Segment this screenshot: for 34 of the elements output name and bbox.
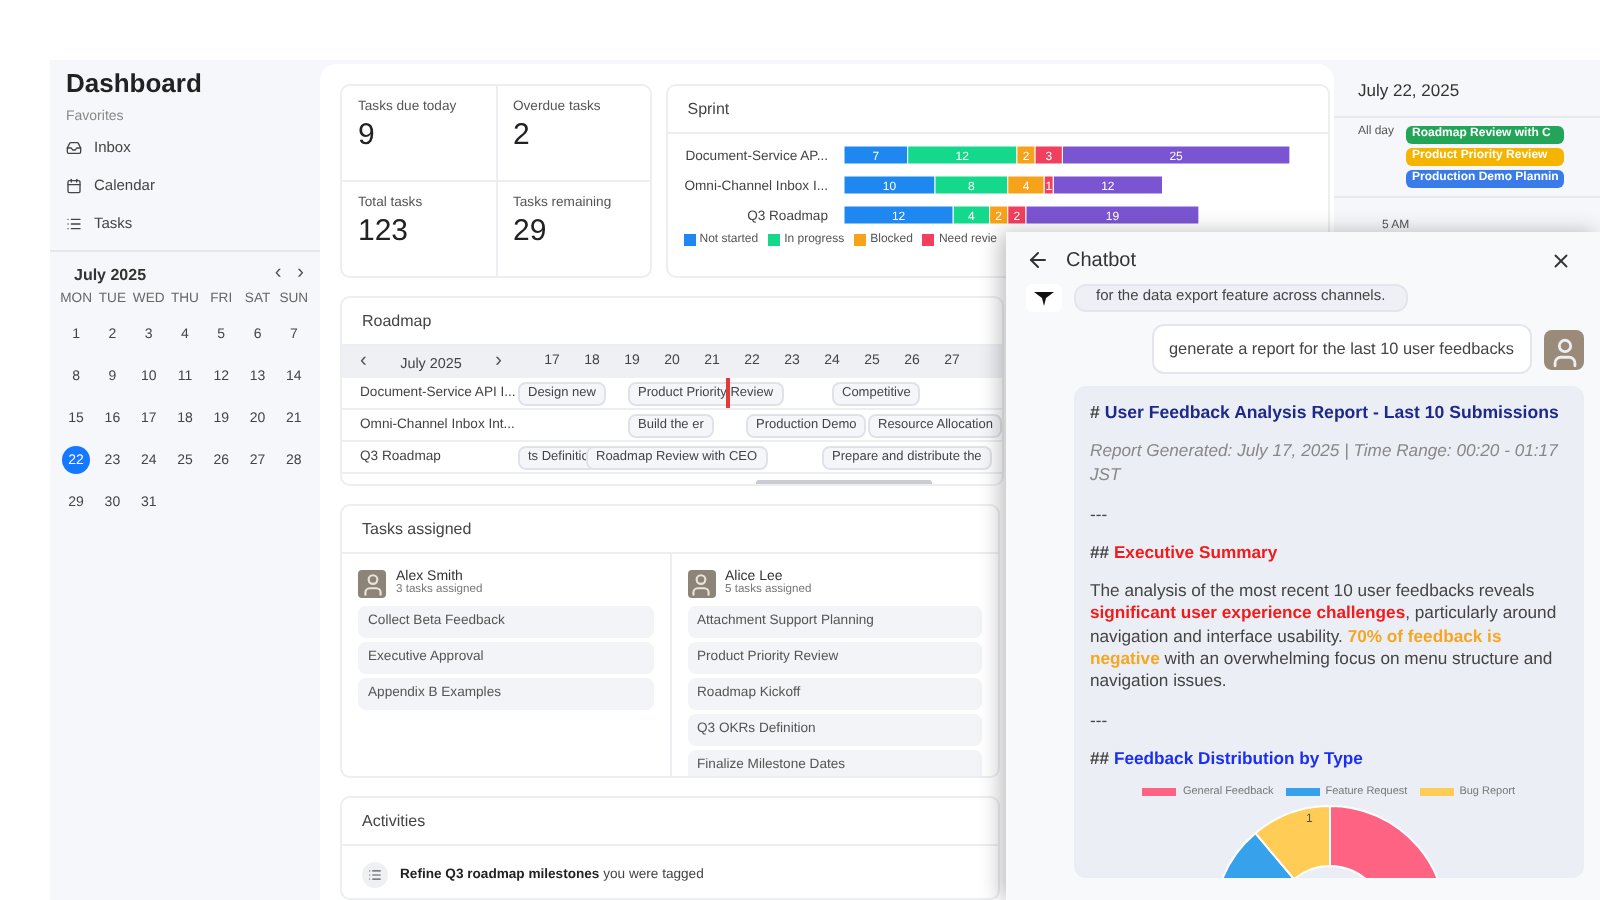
stat-value: 2 [513,118,532,152]
prev-button[interactable]: ‹ [360,352,367,372]
card-title: Activities [342,797,998,846]
report-meta-text: Report Generated: July 17, 2025 | Time Range: 00:20 - 01:17 JST [1090,440,1561,487]
close-button[interactable] [1550,249,1572,271]
user-message: generate a report for the last 10 user feedbacks [1151,324,1532,374]
inbox-icon [66,139,82,155]
report-paragraph: The analysis of the most recent 10 user feedbacks reveals significant user experience challenges, particularly around navigation and interface usability. 70% of feedback is negative with an overwhelming focus on menu structure and navigation issues. [1090,580,1559,693]
chatbot-title: Chatbot [1066,249,1139,271]
stat-value: 29 [513,214,549,248]
report-heading: ## Executive Summary [1090,542,1280,563]
avatar-icon [358,569,386,598]
report-heading: ## Feedback Distribution by Type [1090,748,1365,769]
page-title: Dashboard [66,68,204,98]
next-button[interactable]: › [495,352,502,372]
prev-month-button[interactable]: ‹ [274,264,282,284]
card-title: Sprint [667,86,1328,134]
report-heading: # User Feedback Analysis Report - Last 10 Submissions [1090,402,1561,422]
calendar-icon [66,177,82,193]
stat-value: 9 [358,118,377,152]
bar [842,175,935,195]
stat-value: 123 [358,214,411,248]
next-month-button[interactable]: › [297,264,304,284]
card-title: Tasks assigned [342,505,998,554]
report-rule-text: --- [1090,504,1110,525]
avatar-icon [687,569,715,598]
bot-avatar-icon [1026,284,1062,312]
day-view-date: July 22, 2025 [1334,60,1600,118]
report-rule-text: --- [1090,710,1110,731]
list-icon [362,861,388,888]
calendar-month: July 2025 [74,265,147,283]
user-avatar-icon [1544,329,1584,369]
tasks-icon [66,215,82,231]
back-button[interactable] [1026,248,1050,272]
